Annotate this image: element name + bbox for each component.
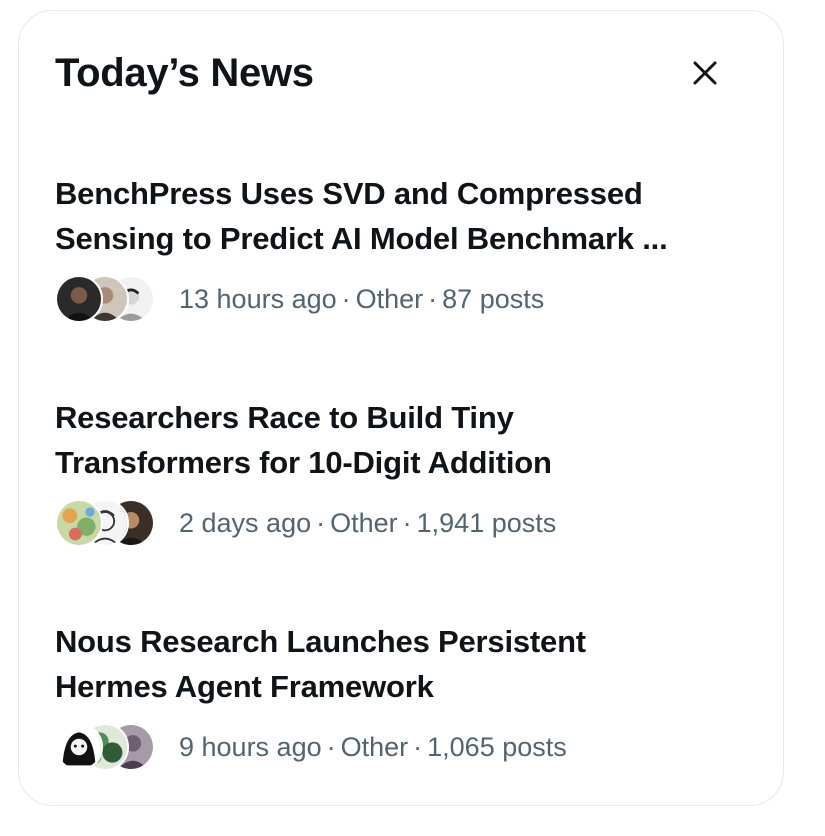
news-post-count: 87 posts	[442, 283, 545, 314]
close-icon	[693, 61, 717, 85]
news-time: 9 hours ago	[179, 731, 322, 762]
news-post-count: 1,941 posts	[416, 507, 557, 538]
close-button[interactable]	[681, 49, 729, 97]
news-category: Other	[355, 283, 424, 314]
news-item[interactable]: Researchers Race to Build Tiny Transform…	[55, 395, 755, 549]
avatar	[55, 275, 103, 323]
news-meta: 2 days ago · Other · 1,941 posts	[179, 507, 557, 538]
news-meta-row: 2 days ago · Other · 1,941 posts	[55, 497, 755, 549]
news-time: 13 hours ago	[179, 283, 337, 314]
news-meta-row: 13 hours ago · Other · 87 posts	[55, 273, 755, 325]
news-meta: 13 hours ago · Other · 87 posts	[179, 283, 545, 314]
news-headline: Researchers Race to Build Tiny Transform…	[55, 400, 552, 480]
card-header: Today’s News	[55, 45, 747, 105]
avatar	[55, 499, 103, 547]
news-post-count: 1,065 posts	[427, 731, 567, 762]
news-category: Other	[330, 507, 398, 538]
avatar-group	[55, 497, 159, 549]
news-category: Other	[340, 731, 409, 762]
card-title: Today’s News	[55, 51, 314, 95]
news-item[interactable]: BenchPress Uses SVD and Compressed Sensi…	[55, 171, 755, 325]
avatar	[55, 723, 103, 771]
news-meta-row: 9 hours ago · Other · 1,065 posts	[55, 721, 755, 773]
avatar-group	[55, 721, 159, 773]
news-item[interactable]: Nous Research Launches Persistent Hermes…	[55, 619, 755, 773]
news-headline: Nous Research Launches Persistent Hermes…	[55, 624, 586, 704]
news-time: 2 days ago	[179, 507, 312, 538]
news-headline: BenchPress Uses SVD and Compressed Sensi…	[55, 176, 668, 256]
todays-news-card: Today’s News BenchPress Uses SVD and Com…	[18, 10, 784, 806]
news-meta: 9 hours ago · Other · 1,065 posts	[179, 731, 567, 762]
avatar-group	[55, 273, 159, 325]
